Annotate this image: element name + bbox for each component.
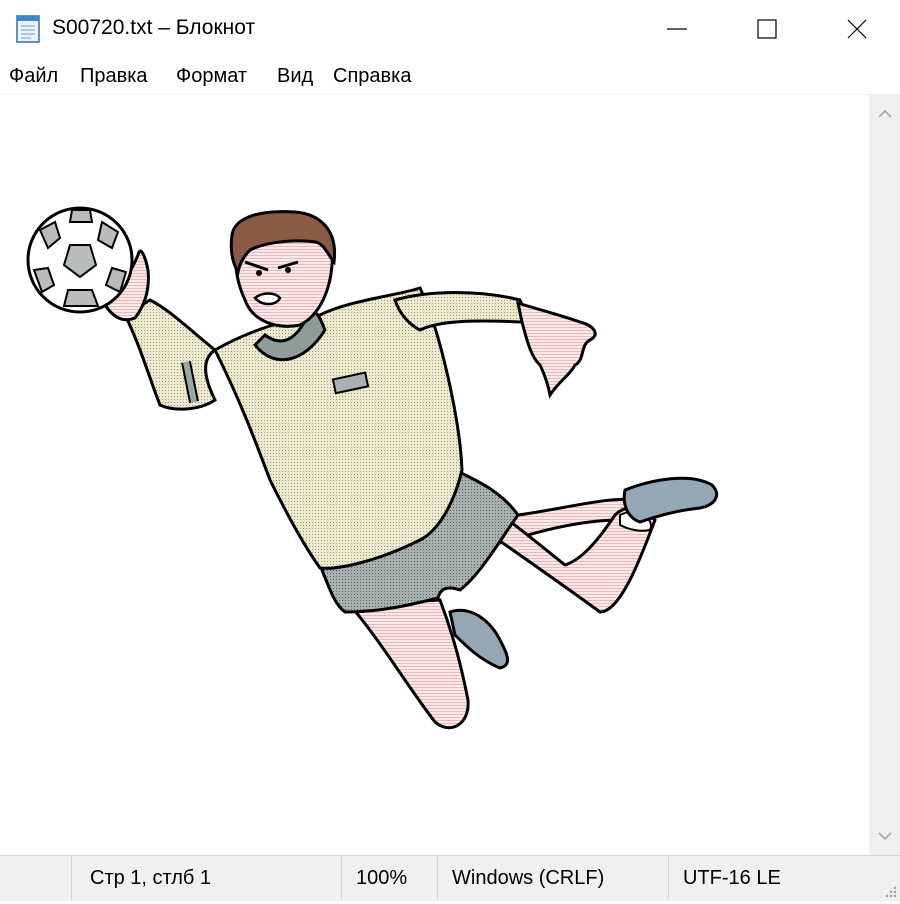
handball-player-illustration	[26, 206, 719, 730]
zoom-level: 100%	[341, 856, 437, 901]
menu-edit[interactable]: Правка	[80, 65, 148, 88]
close-button[interactable]	[812, 0, 900, 58]
title-bar[interactable]: S00720.txt – Блокнот	[0, 0, 900, 58]
chevron-down-icon	[877, 832, 892, 841]
line-endings: Windows (CRLF)	[437, 856, 668, 901]
maximize-button[interactable]	[722, 0, 812, 58]
status-bar: Стр 1, стлб 1 100% Windows (CRLF) UTF-16…	[0, 855, 900, 901]
maximize-icon	[757, 19, 777, 39]
encoding: UTF-16 LE	[668, 856, 868, 901]
close-icon	[847, 19, 867, 39]
minimize-icon	[667, 28, 687, 30]
menu-help[interactable]: Справка	[333, 65, 411, 88]
chevron-up-icon	[877, 109, 892, 118]
scroll-down-button[interactable]	[869, 821, 900, 851]
vertical-scrollbar[interactable]	[869, 95, 900, 855]
minimize-button[interactable]	[632, 0, 722, 58]
menu-bar: Файл Правка Формат Вид Справка	[0, 58, 900, 95]
cursor-position: Стр 1, стлб 1	[71, 856, 341, 901]
window-title: S00720.txt – Блокнот	[52, 16, 256, 39]
scroll-up-button[interactable]	[869, 99, 900, 129]
resize-grip-icon[interactable]	[880, 881, 898, 899]
menu-format[interactable]: Формат	[176, 65, 247, 88]
menu-view[interactable]: Вид	[277, 65, 313, 88]
notepad-icon	[14, 12, 44, 44]
menu-file[interactable]: Файл	[9, 65, 58, 88]
ball	[26, 206, 134, 314]
text-editor-area[interactable]	[0, 95, 869, 855]
